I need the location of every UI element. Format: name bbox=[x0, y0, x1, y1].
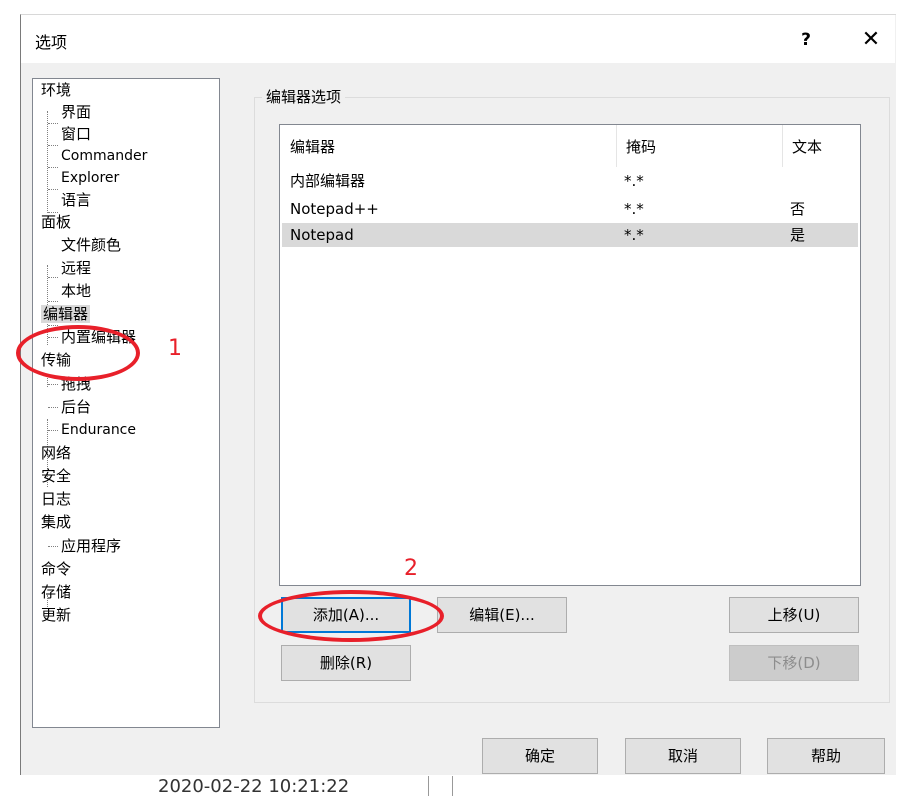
background-timestamp: 2020-02-22 10:21:22 bbox=[158, 776, 350, 797]
list-row[interactable]: 内部编辑器 *.* bbox=[282, 169, 858, 193]
tree-connector bbox=[48, 277, 58, 278]
tree-item-window[interactable]: 窗口 bbox=[61, 123, 91, 145]
tree-item-remote[interactable]: 远程 bbox=[61, 257, 91, 279]
cell-editor: Notepad bbox=[290, 226, 354, 244]
annotation-number-2: 2 bbox=[404, 556, 418, 581]
tree-item-editors[interactable]: 编辑器 bbox=[41, 303, 91, 325]
column-header-editor[interactable]: 编辑器 bbox=[280, 125, 616, 167]
title-bar: 选项 ? ✕ bbox=[21, 15, 895, 63]
cell-mask: *.* bbox=[624, 200, 644, 218]
group-title: 编辑器选项 bbox=[262, 86, 346, 107]
cancel-button[interactable]: 取消 bbox=[625, 738, 741, 774]
tree-item-background[interactable]: 后台 bbox=[61, 396, 91, 418]
tree-item-commander[interactable]: Commander bbox=[61, 145, 147, 167]
tree-connector bbox=[47, 111, 48, 213]
tree-connector bbox=[48, 546, 58, 547]
tree-item-applications[interactable]: 应用程序 bbox=[61, 535, 121, 557]
tree-item-explorer[interactable]: Explorer bbox=[61, 167, 119, 189]
background-window-strip bbox=[20, 774, 900, 796]
tree-item-local[interactable]: 本地 bbox=[61, 280, 91, 302]
annotation-ellipse-1 bbox=[16, 325, 140, 381]
cell-text: 否 bbox=[790, 200, 806, 218]
cell-editor: Notepad++ bbox=[290, 200, 379, 218]
tree-connector bbox=[48, 430, 58, 431]
tree-connector bbox=[48, 407, 58, 408]
move-up-button[interactable]: 上移(U) bbox=[729, 597, 859, 633]
tree-connector bbox=[48, 123, 58, 124]
cell-mask: *.* bbox=[624, 172, 644, 190]
window-title: 选项 bbox=[35, 33, 68, 52]
cell-text: 是 bbox=[790, 226, 806, 244]
tree-item-endurance[interactable]: Endurance bbox=[61, 419, 136, 441]
tree-item-integration[interactable]: 集成 bbox=[41, 511, 71, 533]
ok-button[interactable]: 确定 bbox=[482, 738, 598, 774]
remove-button[interactable]: 删除(R) bbox=[281, 645, 411, 681]
column-header-text[interactable]: 文本 bbox=[782, 125, 858, 167]
tree-item-security[interactable]: 安全 bbox=[41, 465, 71, 487]
tree-item-language[interactable]: 语言 bbox=[61, 189, 91, 211]
tree-item-panels[interactable]: 面板 bbox=[41, 211, 71, 233]
edit-button[interactable]: 编辑(E)... bbox=[437, 597, 567, 633]
background-divider bbox=[428, 776, 429, 796]
tree-connector bbox=[48, 145, 58, 146]
tree-connector bbox=[48, 189, 58, 190]
list-row-selected[interactable]: Notepad *.* 是 bbox=[282, 223, 858, 247]
options-tree[interactable]: 环境 界面 窗口 Commander Explorer 语言 面板 文件颜色 远… bbox=[32, 78, 220, 728]
tree-connector bbox=[48, 301, 58, 302]
background-divider bbox=[452, 776, 453, 796]
close-icon[interactable]: ✕ bbox=[853, 25, 889, 55]
list-header: 编辑器 掩码 文本 bbox=[280, 125, 860, 167]
tree-item-interface[interactable]: 界面 bbox=[61, 101, 91, 123]
annotation-ellipse-2 bbox=[258, 590, 444, 642]
tree-item-logging[interactable]: 日志 bbox=[41, 488, 71, 510]
tree-item-storage[interactable]: 存储 bbox=[41, 581, 71, 603]
tree-connector bbox=[48, 167, 58, 168]
column-header-mask[interactable]: 掩码 bbox=[616, 125, 782, 167]
tree-item-updates[interactable]: 更新 bbox=[41, 604, 71, 626]
annotation-number-1: 1 bbox=[168, 336, 182, 361]
tree-item-file-colors[interactable]: 文件颜色 bbox=[61, 234, 121, 256]
cell-editor: 内部编辑器 bbox=[290, 172, 366, 190]
help-button[interactable]: 帮助 bbox=[767, 738, 885, 774]
help-icon[interactable]: ? bbox=[791, 25, 821, 55]
tree-item-network[interactable]: 网络 bbox=[41, 442, 71, 464]
tree-item-commands[interactable]: 命令 bbox=[41, 558, 71, 580]
editor-list[interactable]: 编辑器 掩码 文本 内部编辑器 *.* Notepad++ *.* 否 Note… bbox=[279, 124, 861, 586]
list-row[interactable]: Notepad++ *.* 否 bbox=[282, 197, 858, 221]
cell-mask: *.* bbox=[624, 226, 644, 244]
tree-item-environment[interactable]: 环境 bbox=[41, 79, 71, 101]
move-down-button: 下移(D) bbox=[729, 645, 859, 681]
tree-connector bbox=[48, 384, 58, 385]
